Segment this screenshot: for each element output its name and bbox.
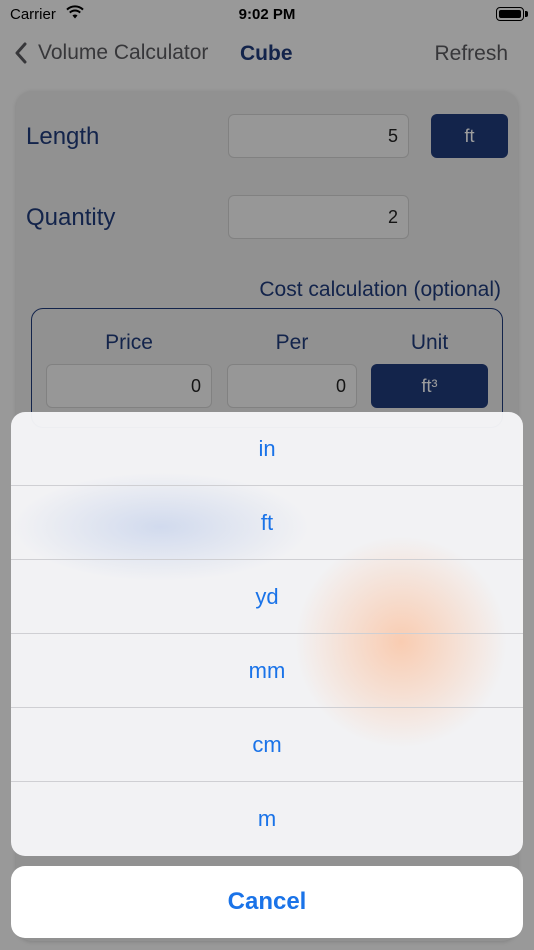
unit-option-mm[interactable]: mm [11, 634, 523, 708]
unit-option-in[interactable]: in [11, 412, 523, 486]
unit-option-cm[interactable]: cm [11, 708, 523, 782]
unit-option-m[interactable]: m [11, 782, 523, 856]
unit-option-yd[interactable]: yd [11, 560, 523, 634]
cancel-button[interactable]: Cancel [11, 866, 523, 938]
unit-option-ft[interactable]: ft [11, 486, 523, 560]
unit-action-sheet: in ft yd mm cm m [11, 412, 523, 856]
